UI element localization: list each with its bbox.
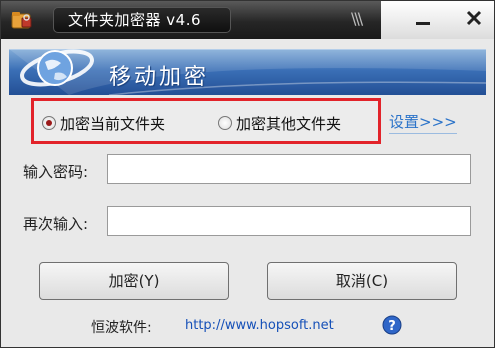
radio-selected-icon[interactable] xyxy=(42,116,56,130)
help-icon[interactable]: ? xyxy=(382,315,402,335)
website-link[interactable]: http://www.hopsoft.net xyxy=(185,318,334,333)
title-bar[interactable]: 文件夹加密器 v4.6 \\\ xyxy=(1,1,494,39)
confirm-password-field[interactable] xyxy=(107,206,471,236)
encrypt-mode-group: 加密当前文件夹 加密其他文件夹 xyxy=(31,98,381,144)
close-icon[interactable] xyxy=(463,7,485,29)
globe-icon xyxy=(20,49,94,87)
title-decoration: \\\ xyxy=(351,9,363,28)
banner-title: 移动加密 xyxy=(109,65,210,90)
minimize-icon[interactable] xyxy=(413,9,433,29)
cancel-button[interactable]: 取消(C) xyxy=(267,262,457,300)
svg-text:?: ? xyxy=(388,319,396,334)
app-window: 文件夹加密器 v4.6 \\\ 移动加密 加密当前文件夹 加密其他文件夹 设置>… xyxy=(0,0,495,348)
radio-unselected-icon[interactable] xyxy=(218,116,232,130)
app-folder-icon xyxy=(11,12,32,29)
password-field[interactable] xyxy=(107,154,471,184)
radio-other-label: 加密其他文件夹 xyxy=(236,114,342,133)
confirm-password-label: 再次输入: xyxy=(23,215,89,233)
encrypt-button[interactable]: 加密(Y) xyxy=(39,262,229,300)
radio-encrypt-current[interactable]: 加密当前文件夹 xyxy=(42,113,165,133)
password-label: 输入密码: xyxy=(23,163,89,181)
footer-company-label: 恒波软件: xyxy=(91,320,152,336)
settings-link[interactable]: 设置>>> xyxy=(389,111,457,134)
radio-current-label: 加密当前文件夹 xyxy=(60,114,166,133)
radio-encrypt-other[interactable]: 加密其他文件夹 xyxy=(218,113,341,133)
window-title: 文件夹加密器 v4.6 xyxy=(53,7,231,33)
